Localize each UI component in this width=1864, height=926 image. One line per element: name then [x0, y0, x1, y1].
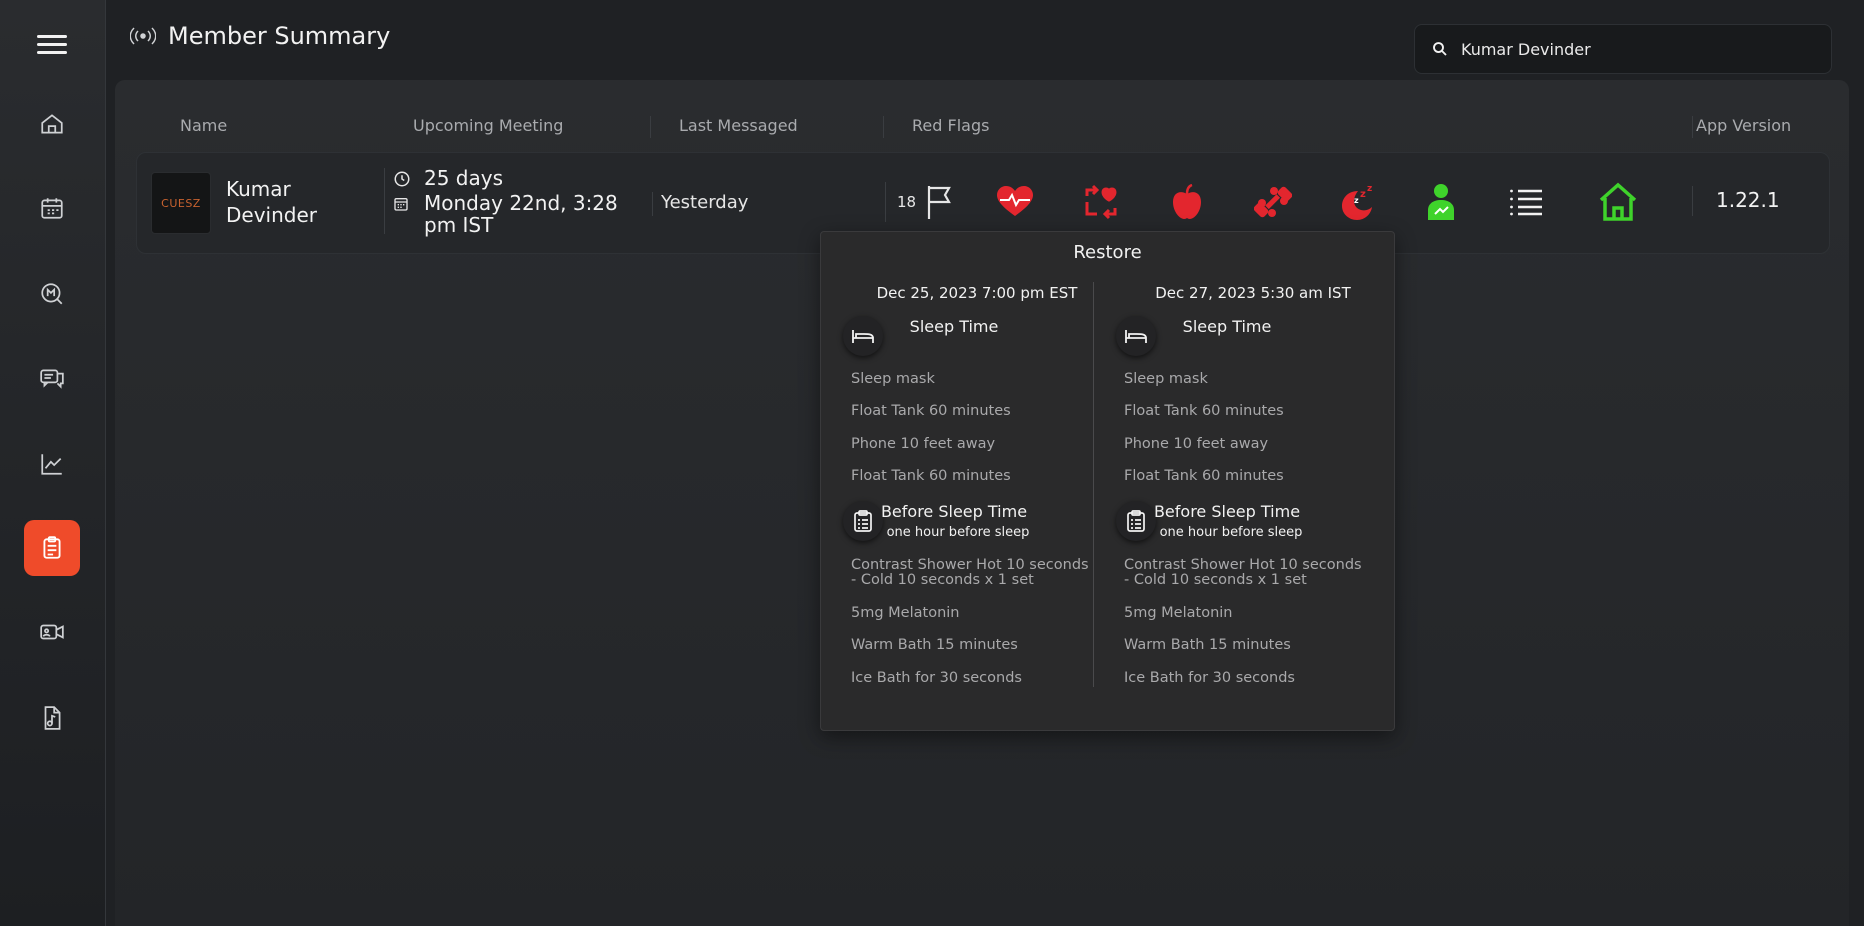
hamburger-menu-icon[interactable] — [37, 30, 67, 60]
chart-icon — [41, 454, 62, 475]
sidebar-item-messages[interactable] — [24, 266, 80, 322]
column-divider — [883, 116, 884, 138]
message-search-icon — [41, 283, 63, 305]
column-divider — [885, 182, 886, 222]
last-messaged-value: Yesterday — [661, 192, 749, 213]
column-divider — [1692, 186, 1693, 216]
list-item: Float Tank 60 minutes — [851, 403, 1011, 419]
clock-icon — [394, 171, 410, 187]
column-divider — [650, 116, 651, 138]
svg-text:z: z — [1367, 184, 1372, 194]
list-item: 5mg Melatonin — [851, 605, 960, 621]
svg-text:z: z — [1354, 196, 1359, 205]
column-divider — [384, 168, 385, 234]
sidebar-item-media[interactable] — [24, 690, 80, 746]
list-item: Ice Bath for 30 seconds — [851, 670, 1022, 686]
list-item: Float Tank 60 minutes — [851, 468, 1011, 484]
sidebar-item-home[interactable] — [24, 96, 80, 152]
list-item: Contrast Shower Hot 10 seconds - Cold 10… — [851, 557, 1089, 588]
dumbbell-icon[interactable] — [1253, 182, 1293, 222]
avatar-logo-text: CUESZ — [161, 196, 201, 210]
column-header-name[interactable]: Name — [180, 116, 227, 135]
category-title: Before Sleep Time — [1153, 502, 1301, 521]
restore-date: Dec 25, 2023 7:00 pm EST — [876, 284, 1078, 302]
music-file-icon — [44, 706, 61, 730]
chat-icon — [40, 369, 64, 389]
list-item: Float Tank 60 minutes — [1124, 468, 1284, 484]
heart-exchange-icon[interactable] — [1081, 182, 1121, 222]
video-icon — [40, 624, 64, 640]
flag-icon[interactable] — [919, 182, 959, 222]
list-item: Warm Bath 15 minutes — [851, 637, 1018, 653]
list-item: Ice Bath for 30 seconds — [1124, 670, 1295, 686]
column-header-red-flags[interactable]: Red Flags — [912, 116, 989, 135]
list-item: Phone 10 feet away — [1124, 436, 1269, 452]
app-version-value: 1.22.1 — [1716, 188, 1780, 212]
category-title: Sleep Time — [1182, 317, 1272, 336]
member-name[interactable]: Kumar Devinder — [226, 176, 336, 228]
red-flag-count: 18 — [897, 193, 917, 211]
home-icon — [41, 114, 63, 134]
category-subtitle: one hour before sleep — [886, 525, 1030, 540]
page-title: Member Summary — [168, 22, 391, 50]
column-header-app-version[interactable]: App Version — [1696, 116, 1791, 135]
column-divider — [1692, 116, 1693, 138]
list-item: Phone 10 feet away — [851, 436, 996, 452]
sidebar-item-calendar[interactable] — [24, 180, 80, 236]
meeting-date: Monday 22nd, 3:28 pm IST — [424, 191, 618, 237]
restore-column: Dec 25, 2023 7:00 pm EST Sleep Time Slee… — [821, 232, 1093, 730]
restore-date: Dec 27, 2023 5:30 am IST — [1155, 284, 1351, 302]
search-box[interactable] — [1414, 24, 1832, 74]
sidebar-item-analytics[interactable] — [24, 436, 80, 492]
page-header: Member Summary — [130, 22, 390, 50]
column-divider — [652, 192, 653, 216]
category-subtitle: one hour before sleep — [1159, 525, 1303, 540]
list-item: Sleep mask — [851, 371, 935, 387]
category-title: Before Sleep Time — [880, 502, 1028, 521]
column-header-meeting[interactable]: Upcoming Meeting — [413, 116, 563, 135]
restore-column: Dec 27, 2023 5:30 am IST Sleep Time Slee… — [1094, 232, 1366, 730]
column-header-last-messaged[interactable]: Last Messaged — [679, 116, 798, 135]
svg-text:z: z — [1360, 189, 1366, 200]
list-item: Sleep mask — [1124, 371, 1208, 387]
category-title: Sleep Time — [909, 317, 999, 336]
sidebar-item-chat[interactable] — [24, 350, 80, 406]
search-icon — [1433, 42, 1447, 56]
list-item: Contrast Shower Hot 10 seconds - Cold 10… — [1124, 557, 1362, 588]
sidebar — [0, 0, 106, 926]
list-item: Float Tank 60 minutes — [1124, 403, 1284, 419]
list-item: Warm Bath 15 minutes — [1124, 637, 1291, 653]
list-item: 5mg Melatonin — [1124, 605, 1233, 621]
list-icon[interactable] — [1506, 182, 1546, 222]
search-input[interactable] — [1459, 38, 1803, 60]
house-icon[interactable] — [1598, 182, 1638, 222]
calendar-small-icon — [394, 198, 408, 211]
clipboard-icon — [43, 536, 61, 559]
apple-icon[interactable] — [1167, 182, 1207, 222]
sidebar-item-plans[interactable] — [24, 520, 80, 576]
member-avatar: CUESZ — [151, 172, 211, 234]
restore-popup: Restore Dec 25, 2023 7:00 pm EST Sleep T… — [820, 231, 1395, 731]
heart-rate-icon[interactable] — [995, 182, 1035, 222]
sidebar-item-video[interactable] — [24, 604, 80, 660]
meeting-countdown: 25 days — [424, 166, 504, 190]
broadcast-icon — [130, 27, 156, 45]
person-icon[interactable] — [1421, 182, 1461, 222]
calendar-icon — [41, 198, 63, 219]
sleep-moon-icon[interactable]: zzz — [1337, 182, 1377, 222]
